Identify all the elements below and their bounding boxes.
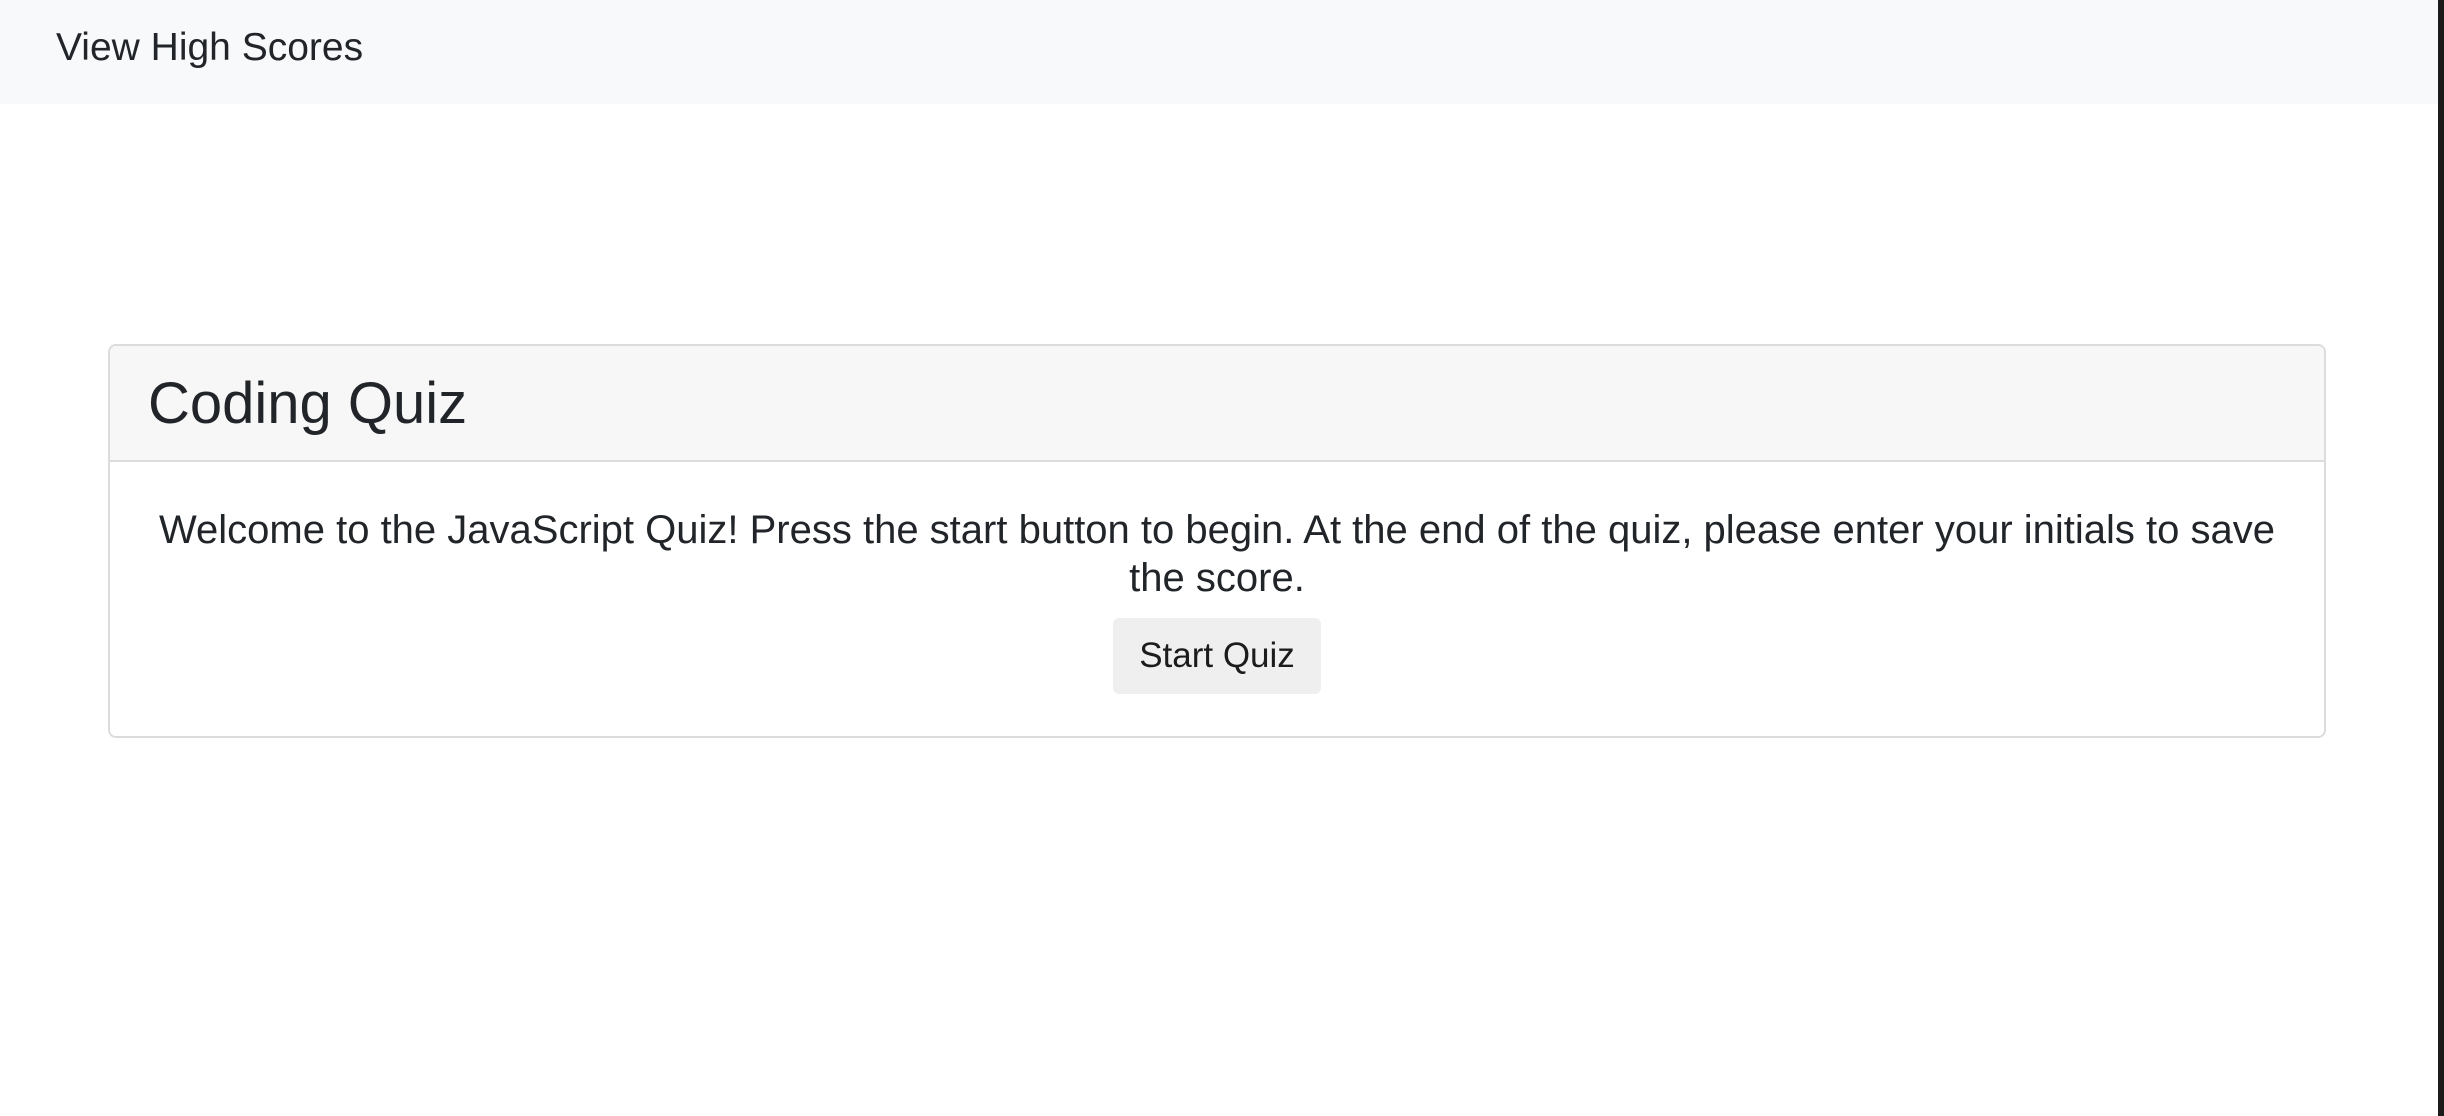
start-quiz-button[interactable]: Start Quiz	[1113, 618, 1321, 694]
navbar: View High Scores	[0, 0, 2438, 104]
quiz-title: Coding Quiz	[148, 371, 468, 436]
window-edge	[2438, 0, 2444, 1116]
quiz-card: Coding Quiz Welcome to the JavaScript Qu…	[108, 344, 2326, 738]
quiz-card-header: Coding Quiz	[110, 346, 2324, 462]
quiz-card-body: Welcome to the JavaScript Quiz! Press th…	[110, 462, 2324, 694]
view-high-scores-link[interactable]: View High Scores	[56, 24, 363, 72]
quiz-intro-text: Welcome to the JavaScript Quiz! Press th…	[159, 508, 2275, 600]
